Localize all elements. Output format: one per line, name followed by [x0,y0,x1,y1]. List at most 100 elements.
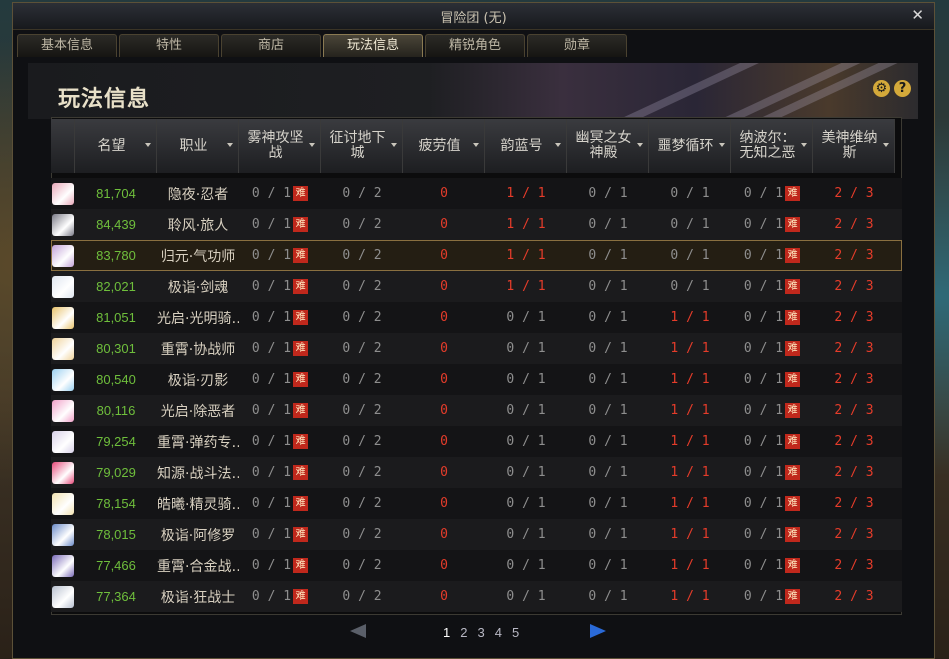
tab-5[interactable]: 精锐角色 [425,34,525,57]
header-column[interactable]: 雾神攻坚战 [239,119,321,173]
header-column[interactable]: 纳波尔：无知之恶 [731,119,813,173]
page-number-link[interactable]: 4 [495,625,502,640]
sort-arrow-icon [309,143,315,147]
nightmare-value: 0 / 1 [649,248,731,263]
table-row[interactable]: 83,780 归元·气功师 0 / 1难0 / 201 / 10 / 10 / 10… [51,240,902,271]
avatar-cell [51,244,75,267]
nightmare-value-text: 1 / 1 [670,496,710,511]
prev-page-icon[interactable] [350,624,366,638]
job-name: 极诣·阿修罗 [157,525,239,545]
fame-value: 78,015 [75,527,157,542]
table-row[interactable]: 80,301 重霄·协战师 0 / 1难0 / 200 / 10 / 11 / 10… [51,333,902,364]
difficulty-badge: 难 [785,589,801,604]
table-row[interactable]: 77,466 重霄·合金战… 0 / 1难0 / 200 / 10 / 11 / 1… [51,550,902,581]
page-number-link[interactable]: 3 [477,625,484,640]
header-column[interactable]: 韵蓝号 [485,119,567,173]
character-avatar [52,523,74,546]
fog-value-text: 0 / 1 [251,341,292,356]
tab-4[interactable]: 玩法信息 [323,34,423,57]
help-icon[interactable]: ? [894,80,911,97]
temple-value-text: 0 / 1 [588,217,628,232]
fatigue-value: 0 [403,341,485,356]
table-row[interactable]: 78,015 极诣·阿修罗 0 / 1难0 / 200 / 10 / 11 / 10… [51,519,902,550]
fatigue-value: 0 [403,589,485,604]
venus-value: 2 / 3 [813,341,895,356]
tab-6[interactable]: 勋章 [527,34,627,57]
table-body: 81,704 隐夜·忍者 0 / 1难0 / 201 / 10 / 10 / 10 … [51,178,902,612]
table-row[interactable]: 81,051 光启·光明骑… 0 / 1难0 / 200 / 10 / 11 / 1… [51,302,902,333]
dungeon-value: 0 / 2 [321,186,403,201]
nabol-value-text: 0 / 1 [743,341,784,356]
difficulty-badge: 难 [785,186,801,201]
page-number-link[interactable]: 2 [460,625,467,640]
job-name-text: 重霄·弹药专… [157,434,239,451]
header-column[interactable]: 征讨地下城 [321,119,403,173]
dungeon-value-text: 0 / 2 [342,465,382,480]
page-number-link[interactable]: 1 [443,625,450,640]
fatigue-value-text: 0 [440,465,448,480]
nabol-value-text: 0 / 1 [743,217,784,232]
table-row[interactable]: 77,364 极诣·狂战士 0 / 1难0 / 200 / 10 / 11 / 10… [51,581,902,612]
fog-value-text: 0 / 1 [251,217,292,232]
job-name: 重霄·协战师 [157,339,239,359]
table-row[interactable]: 81,704 隐夜·忍者 0 / 1难0 / 201 / 10 / 10 / 10 … [51,178,902,209]
table-row[interactable]: 79,029 知源·战斗法… 0 / 1难0 / 200 / 10 / 11 / 1… [51,457,902,488]
nightmare-value: 1 / 1 [649,496,731,511]
fame-value-text: 77,466 [96,558,136,573]
title-bar[interactable]: 冒险团 (无) ✕ [13,3,934,30]
nightmare-value-text: 1 / 1 [670,403,710,418]
tab-3[interactable]: 商店 [221,34,321,57]
nabol-value: 0 / 1难 [731,403,813,418]
avatar-cell [51,337,75,360]
venus-value-text: 2 / 3 [834,589,874,604]
header-column[interactable]: 疲劳值 [403,119,485,173]
header-column[interactable]: 名望 [75,119,157,173]
gear-icon[interactable]: ⚙ [873,80,890,97]
fog-value: 0 / 1难 [239,248,321,263]
table-row[interactable]: 84,439 聆风·旅人 0 / 1难0 / 201 / 10 / 10 / 10 … [51,209,902,240]
tab-2[interactable]: 特性 [119,34,219,57]
table-row[interactable]: 80,116 光启·除恶者 0 / 1难0 / 200 / 10 / 11 / 10… [51,395,902,426]
page-number-link[interactable]: 5 [512,625,519,640]
venus-value-text: 2 / 3 [834,465,874,480]
venus-value-text: 2 / 3 [834,310,874,325]
fatigue-value: 0 [403,217,485,232]
table-row[interactable]: 78,154 皓曦·精灵骑… 0 / 1难0 / 200 / 10 / 11 / 1… [51,488,902,519]
blue-value-text: 0 / 1 [506,372,546,387]
table-row[interactable]: 82,021 极诣·剑魂 0 / 1难0 / 201 / 10 / 10 / 10 … [51,271,902,302]
nightmare-value: 1 / 1 [649,310,731,325]
temple-value: 0 / 1 [567,248,649,263]
fog-value: 0 / 1难 [239,186,321,201]
venus-value-text: 2 / 3 [834,217,874,232]
temple-value-text: 0 / 1 [588,589,628,604]
nabol-value-text: 0 / 1 [743,496,784,511]
fog-value-text: 0 / 1 [251,434,292,449]
header-column[interactable]: 幽冥之女神殿 [567,119,649,173]
character-avatar [52,306,74,329]
fatigue-value-text: 0 [440,310,448,325]
venus-value: 2 / 3 [813,186,895,201]
header-column[interactable]: 美神维纳斯 [813,119,895,173]
fog-value: 0 / 1难 [239,558,321,573]
table-row[interactable]: 80,540 极诣·刃影 0 / 1难0 / 200 / 10 / 11 / 10 … [51,364,902,395]
venus-value-text: 2 / 3 [834,372,874,387]
dungeon-value: 0 / 2 [321,310,403,325]
nightmare-value: 0 / 1 [649,186,731,201]
fame-value-text: 77,364 [96,589,136,604]
fatigue-value-text: 0 [440,527,448,542]
fame-value: 77,364 [75,589,157,604]
fatigue-value-text: 0 [440,372,448,387]
tab-1[interactable]: 基本信息 [17,34,117,57]
fame-value: 82,021 [75,279,157,294]
header-column[interactable]: 噩梦循环 [649,119,731,173]
close-icon[interactable]: ✕ [911,6,924,24]
nightmare-value-text: 1 / 1 [670,434,710,449]
nabol-value-text: 0 / 1 [743,558,784,573]
next-page-icon[interactable] [590,624,606,638]
dungeon-value: 0 / 2 [321,372,403,387]
nabol-value-text: 0 / 1 [743,589,784,604]
avatar-cell [51,554,75,577]
dungeon-value: 0 / 2 [321,527,403,542]
table-row[interactable]: 79,254 重霄·弹药专… 0 / 1难0 / 200 / 10 / 11 / 1… [51,426,902,457]
header-column[interactable]: 职业 [157,119,239,173]
